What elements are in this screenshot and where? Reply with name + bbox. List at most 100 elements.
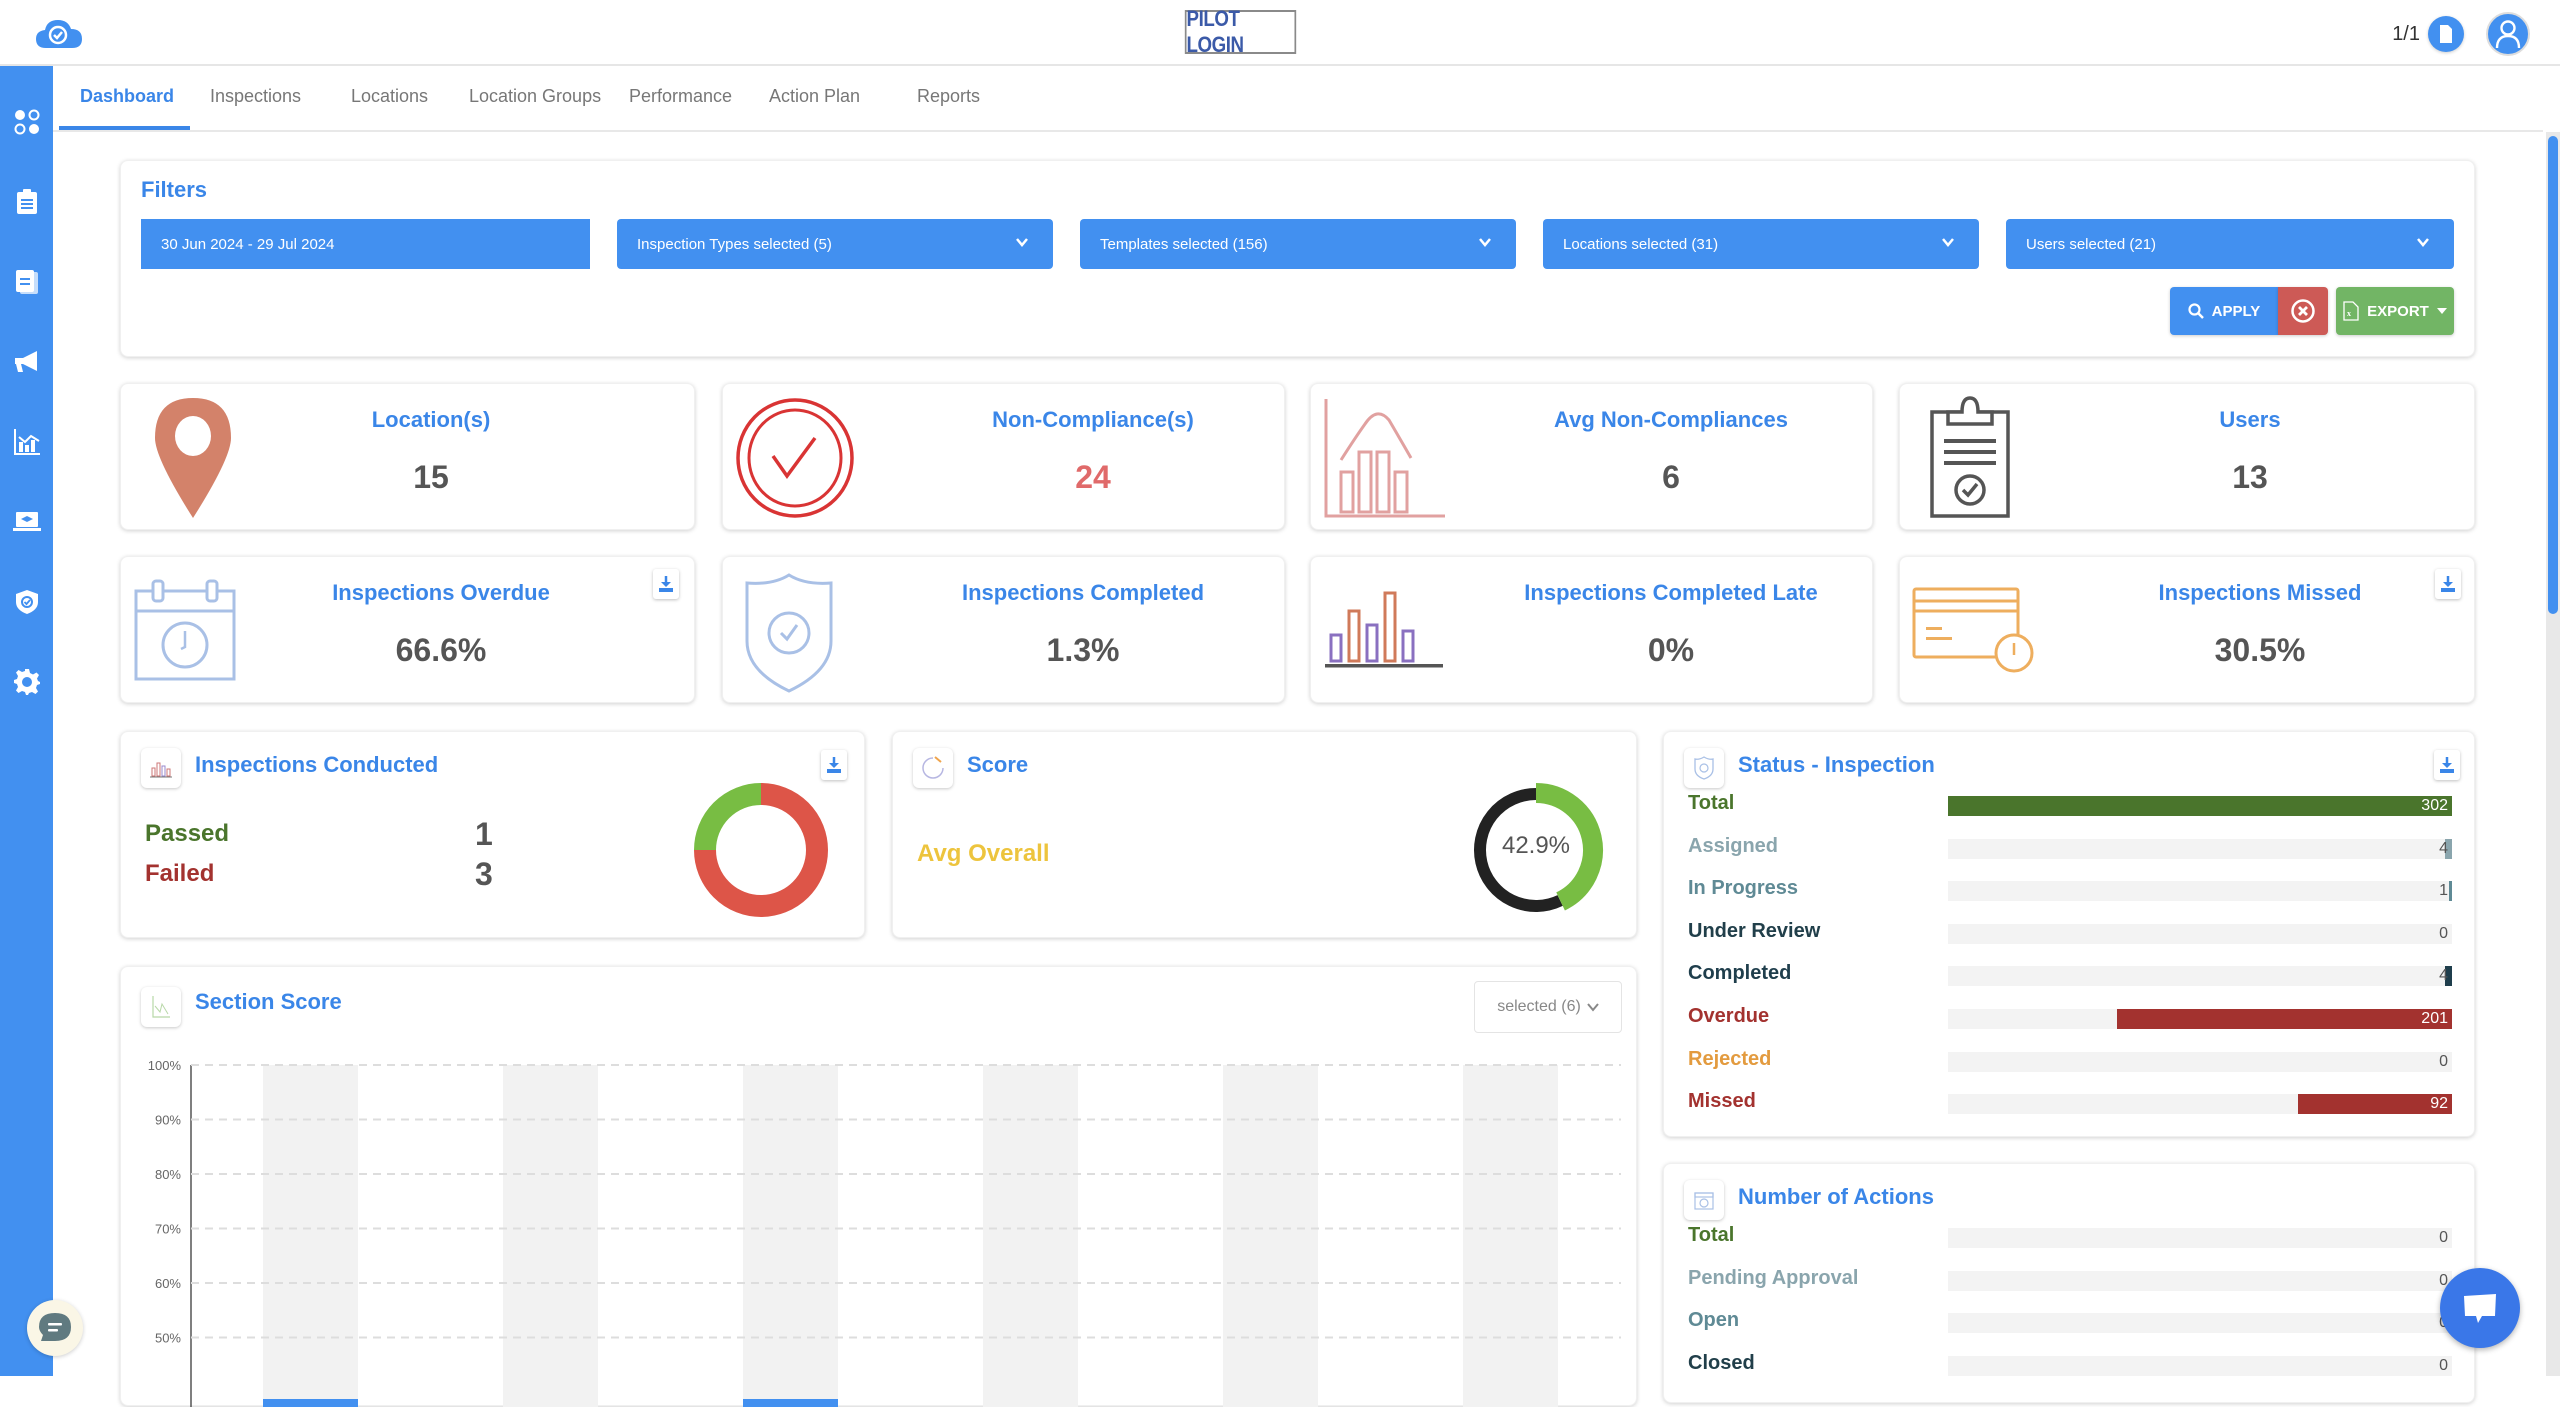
y-tick-label: 80% [155, 1167, 181, 1182]
apply-button[interactable]: APPLY [2170, 287, 2278, 335]
status-bar-track: 4 [1948, 838, 2452, 859]
tab-performance[interactable]: Performance [629, 86, 732, 107]
page-scrollbar[interactable] [2546, 132, 2560, 1376]
stat-card-users: Users 13 [1899, 383, 2475, 530]
stat-card-avg-non-compliances: Avg Non-Compliances 6 [1310, 383, 1873, 530]
chevron-down-icon [1016, 238, 1028, 247]
templates-value: Templates selected (156) [1100, 235, 1268, 253]
stat-card-inspections-missed: Inspections Missed 30.5% [1899, 556, 2475, 703]
status-label: Missed [1688, 1090, 1756, 1113]
caret-down-icon [2436, 308, 2447, 314]
users-value: Users selected (21) [2026, 235, 2157, 253]
action-value: 0 [2439, 1356, 2448, 1374]
failed-label: Failed [145, 860, 215, 887]
date-range-picker[interactable]: 30 Jun 2024 - 29 Jul 2024 [141, 219, 590, 269]
inspection-types-value: Inspection Types selected (5) [637, 235, 832, 253]
bar-background [1223, 1065, 1318, 1407]
stat-value: 30.5% [2214, 632, 2306, 668]
gauge-icon [922, 756, 944, 779]
export-button[interactable]: x EXPORT [2336, 287, 2454, 335]
download-button[interactable] [2435, 569, 2461, 599]
locations-dropdown[interactable]: Locations selected (31) [1543, 219, 1979, 269]
action-row: Total 0 [1688, 1224, 2458, 1254]
check-circle-icon [736, 398, 854, 518]
status-value: 92 [2430, 1095, 2448, 1113]
line-chart-icon [152, 996, 170, 1018]
live-chat-button[interactable] [2440, 1268, 2520, 1348]
tab-dashboard[interactable]: Dashboard [80, 86, 174, 107]
status-row: Completed 4 [1688, 962, 2458, 992]
document-button[interactable] [2428, 16, 2464, 52]
panel-icon-wrapper [913, 748, 953, 788]
map-pin-icon [155, 398, 231, 518]
tab-locations[interactable]: Locations [351, 86, 428, 107]
stat-title: Inspections Overdue [332, 580, 550, 605]
status-row: Rejected 0 [1688, 1048, 2458, 1078]
status-bar-fill [2298, 1094, 2452, 1115]
chat-bubble-icon [39, 1313, 71, 1341]
gear-icon[interactable] [13, 668, 41, 696]
status-inspection-panel: Status - Inspection Total 302 Assigned 4 In … [1663, 731, 2475, 1137]
section-selector-label: selected (6) [1497, 998, 1581, 1015]
tab-inspections[interactable]: Inspections [210, 86, 301, 107]
action-row: Closed 0 [1688, 1352, 2458, 1382]
date-range-value: 30 Jun 2024 - 29 Jul 2024 [161, 235, 335, 253]
templates-dropdown[interactable]: Templates selected (156) [1080, 219, 1516, 269]
status-value: 4 [2439, 839, 2448, 857]
status-bar-track: 1 [1948, 881, 2452, 902]
status-label: In Progress [1688, 877, 1799, 900]
stat-title: Non-Compliance(s) [992, 407, 1194, 432]
stat-card-inspections-overdue: Inspections Overdue 66.6% [120, 556, 695, 703]
stat-value: 66.6% [395, 632, 487, 668]
inspection-types-dropdown[interactable]: Inspection Types selected (5) [617, 219, 1053, 269]
status-bar-fill [1948, 796, 2452, 816]
filters-card: Filters 30 Jun 2024 - 29 Jul 2024 Inspec… [120, 160, 2475, 357]
laptop-graduation-icon[interactable] [13, 508, 41, 536]
download-button[interactable] [821, 750, 847, 780]
users-dropdown[interactable]: Users selected (21) [2006, 219, 2454, 269]
status-label: Overdue [1688, 1005, 1770, 1027]
download-icon [2441, 576, 2455, 592]
help-chat-button[interactable] [27, 1300, 83, 1356]
status-label: Completed [1688, 962, 1792, 985]
documents-icon[interactable] [13, 268, 41, 296]
sidebar [0, 66, 53, 1376]
action-label: Open [1688, 1309, 1740, 1332]
status-row: Total 302 [1688, 792, 2458, 822]
shield-check-icon[interactable] [13, 588, 41, 616]
stat-card-locations: Location(s) 15 [120, 383, 695, 530]
action-value: 0 [2439, 1229, 2448, 1246]
apps-grid-icon[interactable] [13, 108, 41, 136]
score-panel: Score Avg Overall 42.9% [892, 731, 1637, 938]
bar-chart-icon [1325, 591, 1443, 668]
tab-reports[interactable]: Reports [917, 86, 980, 107]
download-button[interactable] [653, 569, 679, 599]
cloud-check-icon[interactable] [34, 16, 84, 50]
shield-check-icon [1694, 756, 1714, 780]
inspections-conducted-panel: Inspections Conducted Passed 1 Failed 3 [120, 731, 865, 938]
stat-value: 24 [1075, 459, 1111, 495]
tab-location-groups[interactable]: Location Groups [469, 86, 601, 107]
status-bar-track: 92 [1948, 1094, 2452, 1115]
user-avatar-button[interactable] [2486, 12, 2530, 56]
panel-icon-wrapper [141, 987, 181, 1027]
clipboard-icon[interactable] [13, 188, 41, 216]
status-label: Assigned [1688, 834, 1779, 857]
clear-filters-button[interactable] [2278, 287, 2328, 335]
panel-icon-wrapper [1684, 748, 1724, 788]
status-value: 302 [2421, 797, 2448, 814]
megaphone-icon[interactable] [13, 348, 41, 376]
tab-action-plan[interactable]: Action Plan [769, 86, 860, 107]
status-bar-track: 0 [1948, 923, 2452, 944]
section-selector-dropdown[interactable]: selected (6) [1474, 981, 1622, 1033]
document-icon [2440, 25, 2452, 43]
passed-label: Passed [145, 820, 230, 847]
calendar-clock-icon [1694, 1192, 1714, 1210]
scrollbar-thumb[interactable] [2548, 136, 2558, 614]
bar-chart-icon[interactable] [13, 428, 41, 456]
status-value: 1 [2439, 882, 2448, 900]
avg-overall-label: Avg Overall [917, 840, 1050, 867]
active-tab-indicator [59, 126, 190, 130]
download-button[interactable] [2434, 750, 2460, 780]
failed-value: 3 [475, 856, 493, 892]
